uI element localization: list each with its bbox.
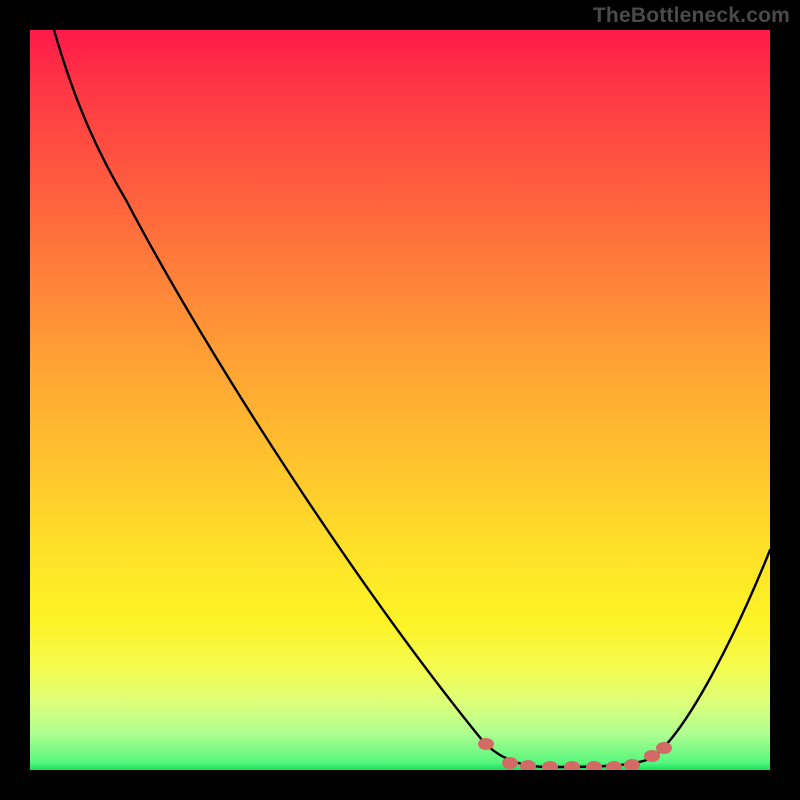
optimal-marker (520, 760, 536, 770)
plot-area (30, 30, 770, 770)
watermark-text: TheBottleneck.com (593, 4, 790, 28)
optimal-marker (644, 750, 660, 762)
optimal-marker (478, 738, 494, 750)
optimal-marker (624, 759, 640, 770)
optimal-marker (502, 757, 518, 769)
optimal-marker (586, 761, 602, 770)
optimal-marker (656, 742, 672, 754)
marker-layer (30, 30, 770, 770)
optimal-marker (542, 761, 558, 770)
optimal-marker (606, 761, 622, 770)
optimal-marker (564, 761, 580, 770)
chart-stage: TheBottleneck.com (0, 0, 800, 800)
